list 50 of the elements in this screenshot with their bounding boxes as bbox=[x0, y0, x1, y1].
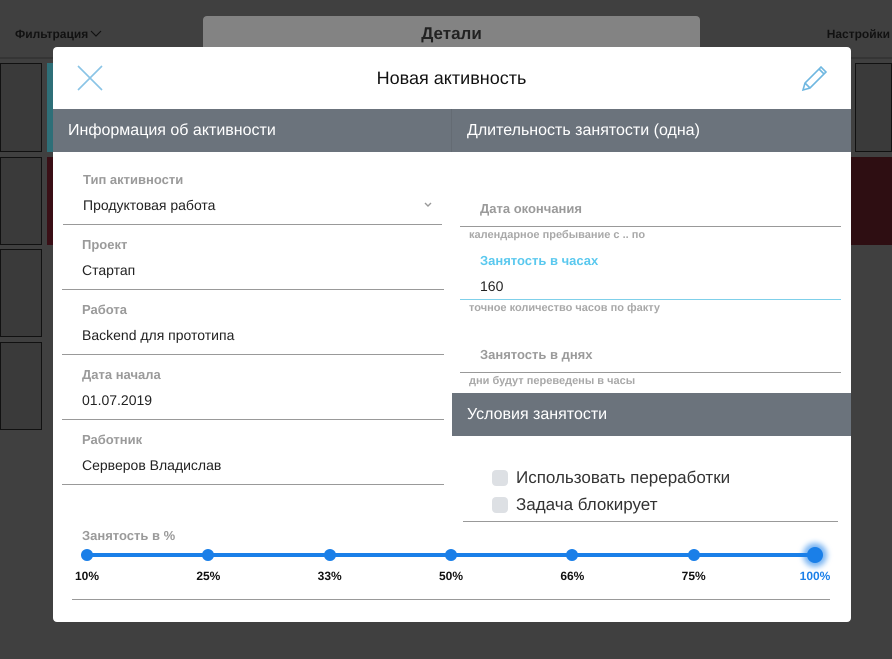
checkbox[interactable] bbox=[492, 470, 508, 486]
panel-title: Детали bbox=[421, 24, 482, 44]
checkbox-label: Задача блокирует bbox=[516, 494, 658, 514]
section-header: Условия занятости bbox=[452, 393, 851, 436]
field-label: Дата окончания bbox=[480, 201, 583, 217]
dialog-title: Новая активность bbox=[376, 68, 528, 88]
input-field[interactable]: Занятость в часах 160 bbox=[460, 245, 841, 300]
pencil-icon[interactable] bbox=[800, 63, 830, 93]
field-label: Проект bbox=[82, 237, 128, 253]
stop-label[interactable]: 33% bbox=[318, 569, 342, 583]
stop-label[interactable]: 50% bbox=[438, 569, 464, 583]
helper-text: дни будут переведены в часы bbox=[468, 374, 636, 389]
stop-label[interactable]: 100% bbox=[800, 569, 830, 583]
form-field[interactable]: Дата начала 01.07.2019 bbox=[62, 355, 444, 420]
form-field[interactable]: Работа Backend для прототипа bbox=[62, 290, 444, 355]
form-field[interactable]: Работник Серверов Владислав bbox=[62, 420, 444, 485]
field-value: Backend для прототипа bbox=[82, 326, 234, 344]
checkbox-label: Использовать переработки bbox=[516, 468, 730, 488]
stop-label[interactable]: 75% bbox=[682, 569, 706, 583]
slider-label: Занятость в % bbox=[81, 528, 176, 544]
field-value: 160 bbox=[480, 277, 504, 295]
form-field[interactable]: Проект Стартап bbox=[62, 225, 444, 290]
checkbox[interactable] bbox=[492, 496, 508, 512]
helper-text: точное количество часов по факту bbox=[468, 301, 662, 316]
form-field[interactable]: Тип активности Продуктовая работа bbox=[63, 160, 442, 225]
field-label: Дата начала bbox=[82, 367, 162, 383]
slider-thumb[interactable] bbox=[807, 547, 823, 563]
slider-stop[interactable] bbox=[202, 549, 214, 561]
slider-stop[interactable] bbox=[81, 549, 93, 561]
field-label: Работа bbox=[82, 302, 128, 318]
field-value: Продуктовая работа bbox=[83, 196, 216, 214]
field-label: Занятость в часах bbox=[480, 253, 600, 269]
chevron-down-icon bbox=[90, 30, 102, 38]
field-label: Занятость в днях bbox=[480, 347, 594, 363]
slider-stop[interactable] bbox=[688, 549, 700, 561]
stop-label[interactable]: 66% bbox=[560, 569, 584, 583]
field-label: Тип активности bbox=[83, 172, 184, 188]
section-header: Информация об активности bbox=[53, 109, 452, 152]
field-value: Стартап bbox=[82, 261, 136, 279]
stop-label[interactable]: 25% bbox=[196, 569, 220, 583]
chevron-down-icon bbox=[424, 202, 432, 208]
field-value: 01.07.2019 bbox=[82, 391, 152, 409]
helper-text: календарное пребывание с .. по bbox=[468, 228, 646, 243]
slider-stop[interactable] bbox=[566, 549, 578, 561]
slider-stop[interactable] bbox=[445, 549, 457, 561]
stop-label[interactable]: 10% bbox=[74, 569, 100, 583]
field-value: Серверов Владислав bbox=[82, 456, 222, 474]
field-label: Работник bbox=[82, 432, 144, 448]
slider-stop[interactable] bbox=[324, 549, 336, 561]
section-header: Длительность занятости (одна) bbox=[452, 109, 851, 152]
